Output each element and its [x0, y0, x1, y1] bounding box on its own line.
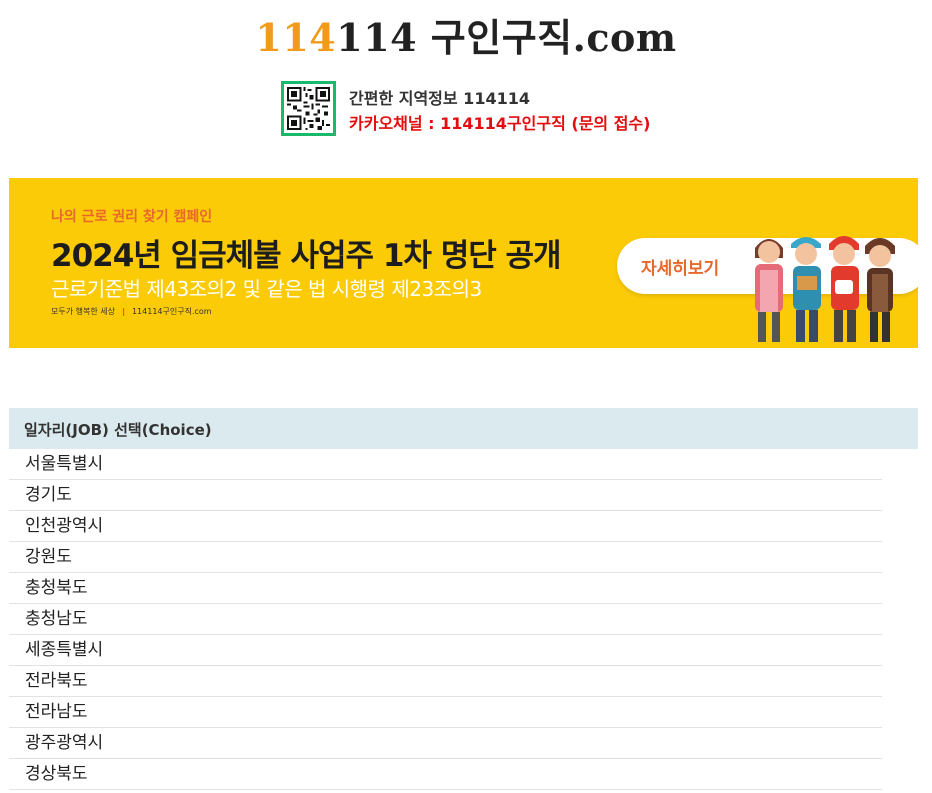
site-info: 간편한 지역정보 114114 카카오채널 : 114114구인구직 (문의 접… [349, 86, 650, 136]
banner-footer-divider [122, 307, 124, 316]
regional-info-text: 간편한 지역정보 114114 [349, 89, 530, 108]
banner-more-label: 자세히보기 [641, 259, 720, 279]
banner-footer-slogan: 모두가 행복한 세상 [51, 307, 115, 316]
workers-illustration [755, 236, 895, 342]
region-item[interactable]: 경상북도 [9, 759, 882, 790]
banner-title: 2024년 임금체불 사업주 1차 명단 공개 [51, 238, 562, 274]
job-choice-title: 일자리(JOB) 선택(Choice) [24, 421, 212, 439]
region-item[interactable]: 서울특별시 [9, 449, 882, 480]
banner-footer-site: 114114구인구직.com [131, 307, 212, 316]
campaign-banner[interactable]: 나의 근로 권리 찾기 캠페인 2024년 임금체불 사업주 1차 명단 공개 … [9, 178, 918, 348]
site-logo[interactable]: 114114 구인구직.com [0, 14, 932, 62]
region-item[interactable]: 강원도 [9, 542, 882, 573]
region-item[interactable]: 세종특별시 [9, 635, 882, 666]
kakao-channel-link[interactable]: 카카오채널 : 114114구인구직 (문의 접수) [349, 111, 650, 136]
banner-tag: 나의 근로 권리 찾기 캠페인 [51, 209, 213, 225]
region-item[interactable]: 충청북도 [9, 573, 882, 604]
region-item[interactable]: 충청남도 [9, 604, 882, 635]
region-item[interactable]: 경기도 [9, 480, 882, 511]
region-item[interactable]: 전라남도 [9, 697, 882, 728]
region-item[interactable]: 인천광역시 [9, 511, 882, 542]
region-list: 서울특별시 경기도 인천광역시 강원도 충청북도 충청남도 세종특별시 전라북도 전라남도 광주광… [9, 449, 882, 790]
job-choice-header: 일자리(JOB) 선택(Choice) [9, 408, 918, 449]
banner-footer: 모두가 행복한 세상 114114구인구직.com [51, 306, 212, 317]
region-item[interactable]: 광주광역시 [9, 728, 882, 759]
region-item[interactable]: 전라북도 [9, 666, 882, 697]
banner-subtitle: 근로기준법 제43조의2 및 같은 법 시행령 제23조의3 [51, 277, 482, 301]
logo-accent-text: 114 [255, 15, 337, 60]
qr-code-icon [281, 81, 336, 136]
logo-text: 114 구인구직.com [336, 15, 677, 60]
